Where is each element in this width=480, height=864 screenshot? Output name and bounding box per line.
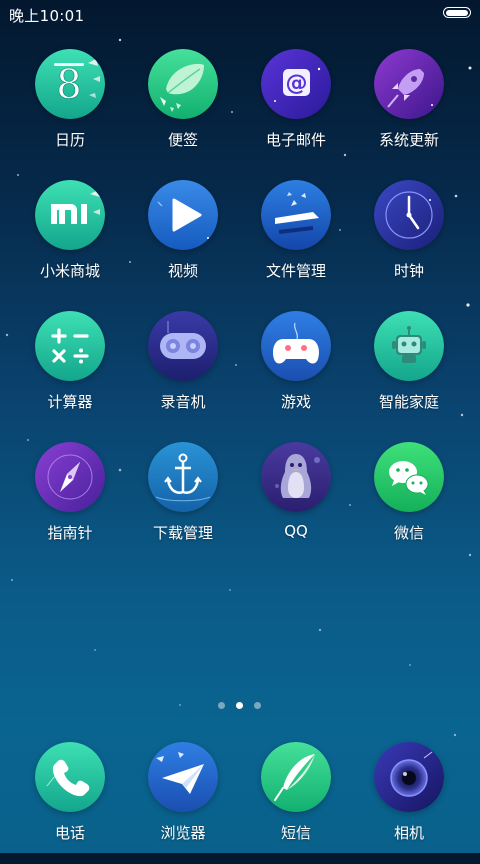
- app-label: 便签: [167, 131, 198, 149]
- app-label: 文件管理: [265, 262, 326, 280]
- paper-plane-icon: [148, 742, 218, 812]
- app-label: 电子邮件: [265, 131, 326, 149]
- svg-text:8: 8: [56, 62, 81, 108]
- dock-messages[interactable]: 短信: [241, 742, 351, 864]
- app-clock[interactable]: 时钟: [354, 180, 464, 302]
- app-label: 视频: [167, 262, 198, 280]
- page-dot[interactable]: [218, 702, 225, 709]
- camera-lens-icon: [374, 742, 444, 812]
- page-dot-active[interactable]: [236, 702, 243, 709]
- feather-icon: [261, 742, 331, 812]
- svg-text:@: @: [286, 71, 308, 96]
- app-label: 下载管理: [152, 524, 213, 542]
- recorder-icon: [148, 311, 218, 381]
- page-indicator: [0, 702, 480, 712]
- file-manager-icon: [261, 180, 331, 250]
- app-label: 短信: [280, 824, 311, 842]
- play-icon: [148, 180, 218, 250]
- dock-phone[interactable]: 电话: [15, 742, 125, 864]
- app-label: 指南针: [47, 524, 93, 542]
- app-games[interactable]: 游戏: [241, 311, 351, 433]
- battery-icon: [443, 7, 471, 18]
- rocket-icon: [374, 49, 444, 119]
- app-label: 电话: [54, 824, 85, 842]
- app-label: 时钟: [393, 262, 424, 280]
- dock-browser[interactable]: 浏览器: [128, 742, 238, 864]
- compass-icon: [35, 442, 105, 512]
- anchor-icon: [148, 442, 218, 512]
- app-label: 相机: [393, 824, 424, 842]
- mi-store-icon: [35, 180, 105, 250]
- calendar-icon: 8: [35, 49, 105, 119]
- calculator-icon: [35, 311, 105, 381]
- email-icon: @: [261, 49, 331, 119]
- penguin-icon: [261, 442, 331, 512]
- app-label: QQ: [284, 522, 308, 540]
- app-label: 游戏: [280, 393, 311, 411]
- app-email[interactable]: @ 电子邮件: [241, 49, 351, 171]
- app-label: 系统更新: [378, 131, 439, 149]
- app-label: 微信: [393, 524, 424, 542]
- dock-camera[interactable]: 相机: [354, 742, 464, 864]
- clock-icon: [374, 180, 444, 250]
- app-label: 智能家庭: [378, 393, 439, 411]
- app-calendar[interactable]: 8 日历: [15, 49, 125, 171]
- app-mi-store[interactable]: 小米商城: [15, 180, 125, 302]
- notes-icon: [148, 49, 218, 119]
- status-time: 晚上10:01: [9, 7, 85, 25]
- app-system-update[interactable]: 系统更新: [354, 49, 464, 171]
- gamepad-icon: [261, 311, 331, 381]
- app-download-manager[interactable]: 下载管理: [128, 442, 238, 564]
- app-label: 日历: [54, 131, 85, 149]
- status-bar: 晚上10:01: [0, 0, 480, 28]
- page-dot[interactable]: [254, 702, 261, 709]
- app-video[interactable]: 视频: [128, 180, 238, 302]
- app-qq[interactable]: QQ: [241, 442, 351, 564]
- app-label: 录音机: [160, 393, 206, 411]
- wechat-icon: [374, 442, 444, 512]
- app-smart-home[interactable]: 智能家庭: [354, 311, 464, 433]
- app-label: 计算器: [47, 393, 93, 411]
- app-compass[interactable]: 指南针: [15, 442, 125, 564]
- robot-icon: [374, 311, 444, 381]
- app-calculator[interactable]: 计算器: [15, 311, 125, 433]
- phone-icon: [35, 742, 105, 812]
- app-wechat[interactable]: 微信: [354, 442, 464, 564]
- app-label: 小米商城: [39, 262, 100, 280]
- app-file-manager[interactable]: 文件管理: [241, 180, 351, 302]
- app-notes[interactable]: 便签: [128, 49, 238, 171]
- app-label: 浏览器: [160, 824, 206, 842]
- app-recorder[interactable]: 录音机: [128, 311, 238, 433]
